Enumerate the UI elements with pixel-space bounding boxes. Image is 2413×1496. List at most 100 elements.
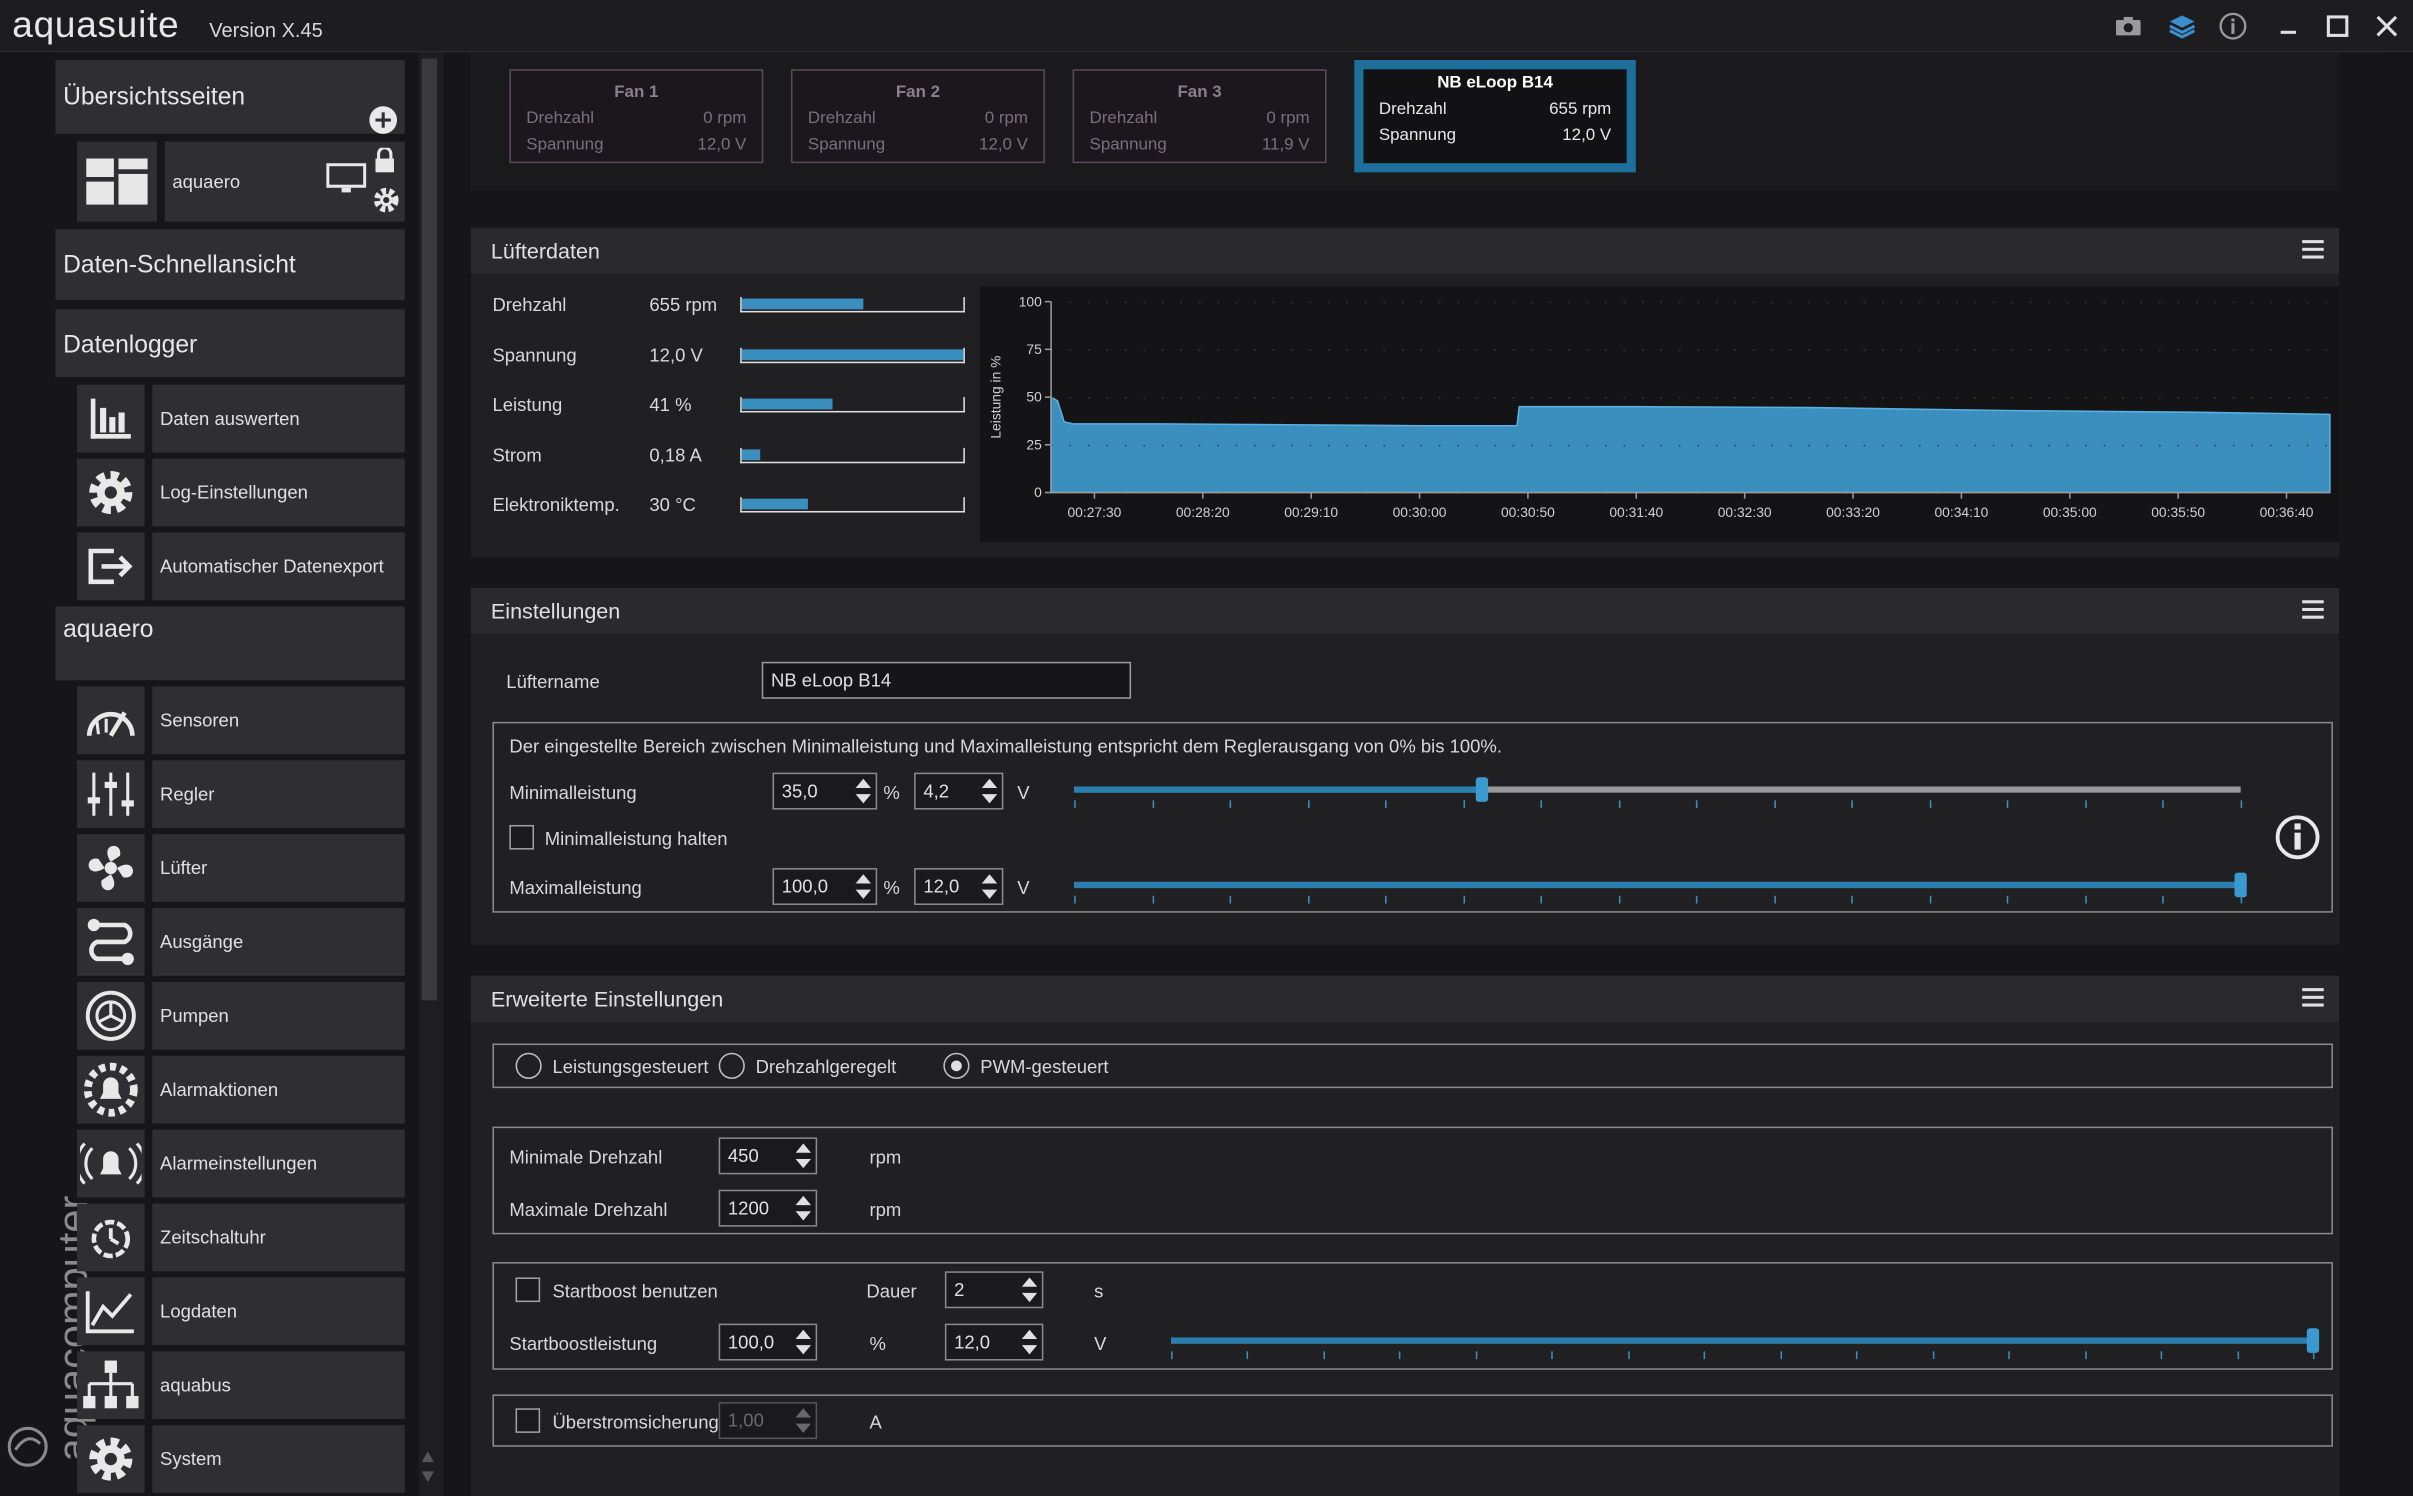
device-header[interactable]: aquaero xyxy=(55,606,405,681)
boost-volt-input[interactable]: 12,0 xyxy=(944,1323,1044,1361)
grid-dot xyxy=(1198,349,1201,351)
grid-dot xyxy=(2232,349,2235,351)
network-icon xyxy=(76,1351,145,1420)
slider-handle[interactable] xyxy=(1476,777,1489,802)
grid-dot xyxy=(1475,301,1478,304)
camera-icon[interactable] xyxy=(2111,11,2145,42)
datalogger-header[interactable]: Datenlogger xyxy=(55,309,405,378)
maximize-icon[interactable] xyxy=(2321,11,2355,42)
grid-dot xyxy=(1992,397,1995,399)
sidebar-item-l-fter[interactable]: Lüfter xyxy=(76,834,405,902)
grid-dot xyxy=(1678,397,1681,399)
spin-arrows-icon[interactable] xyxy=(794,1328,812,1356)
boost-power-slider[interactable] xyxy=(1171,1328,2320,1360)
grid-dot xyxy=(1420,301,1422,304)
spin-arrows-icon[interactable] xyxy=(1020,1328,1038,1356)
max-power-volt-input[interactable]: 12,0 xyxy=(914,868,1004,905)
overcurrent-checkbox[interactable] xyxy=(515,1408,541,1433)
main-scrollbar[interactable] xyxy=(2385,52,2413,1496)
grid-dot xyxy=(1401,397,1404,399)
add-icon[interactable] xyxy=(368,105,399,136)
layers-icon[interactable] xyxy=(2165,11,2199,42)
spin-arrows-icon[interactable] xyxy=(1020,1276,1038,1304)
sidebar-item-daten-auswerten[interactable]: Daten auswerten xyxy=(76,384,405,453)
grid-dot xyxy=(1919,301,1921,304)
title-bar: aquasuite Version X.45 xyxy=(0,0,2413,53)
min-rpm-input[interactable]: 450 xyxy=(718,1137,818,1175)
sidebar-item-regler[interactable]: Regler xyxy=(76,760,405,829)
info-icon[interactable] xyxy=(2274,814,2320,860)
spin-arrows-icon[interactable] xyxy=(980,873,998,901)
grid-dot xyxy=(1365,301,1367,304)
spin-arrows-icon[interactable] xyxy=(794,1407,812,1435)
monitor-icon[interactable] xyxy=(326,163,367,194)
overview-item-aquaero[interactable]: aquaero xyxy=(76,141,405,222)
grid-dot xyxy=(1235,301,1238,304)
lock-icon[interactable] xyxy=(374,147,396,173)
sidebar-item-logdaten[interactable]: Logdaten xyxy=(76,1277,405,1346)
slider-handle[interactable] xyxy=(2306,1328,2320,1353)
scroll-arrows-icon[interactable] xyxy=(420,1447,435,1487)
grid-dot xyxy=(2048,301,2050,304)
fan-card-value: 655 rpm xyxy=(1549,100,1612,119)
fan-card[interactable]: Fan 1 Drehzahl 0 rpm Spannung 12,0 V xyxy=(509,69,764,164)
menu-icon[interactable] xyxy=(2302,988,2324,1007)
spin-arrows-icon[interactable] xyxy=(854,777,872,805)
overcurrent-input[interactable]: 1,00 xyxy=(718,1402,818,1440)
overview-header[interactable]: Übersichtsseiten xyxy=(55,60,405,136)
fan-card[interactable]: NB eLoop B14 Drehzahl 655 rpm Spannung 12,0 … xyxy=(1354,60,1636,173)
min-power-volt-input[interactable]: 4,2 xyxy=(914,772,1004,810)
grid-dot xyxy=(1586,349,1589,351)
grid-dot xyxy=(1605,349,1607,351)
sidebar-item-aquabus[interactable]: aquabus xyxy=(76,1351,405,1420)
sidebar-item-pumpen[interactable]: Pumpen xyxy=(76,981,405,1050)
max-power-slider[interactable] xyxy=(1074,872,2247,904)
duration-input[interactable]: 2 xyxy=(944,1271,1044,1309)
min-power-slider[interactable] xyxy=(1074,777,2243,809)
menu-icon[interactable] xyxy=(2302,600,2324,619)
scrollbar-thumb[interactable] xyxy=(421,58,438,1001)
grid-dot xyxy=(2269,397,2272,399)
gear-icon[interactable] xyxy=(371,185,402,216)
sidebar-item-system[interactable]: System xyxy=(76,1425,405,1493)
mode-radio-rpm[interactable] xyxy=(718,1052,745,1079)
grid-dot xyxy=(1882,397,1884,399)
sidebar-item-log-einstellungen[interactable]: Log-Einstellungen xyxy=(76,458,405,527)
sidebar-item-sensoren[interactable]: Sensoren xyxy=(76,686,405,755)
sidebar-item-zeitschaltuhr[interactable]: Zeitschaltuhr xyxy=(76,1203,405,1272)
grid-dot xyxy=(1365,349,1367,351)
quickview-nav[interactable]: Daten-Schnellansicht xyxy=(55,229,405,301)
minimize-icon[interactable] xyxy=(2271,11,2305,42)
boost-pct-input[interactable]: 100,0 xyxy=(718,1323,818,1361)
startboost-label: Startboost benutzen xyxy=(552,1280,718,1303)
sidebar-item-alarmeinstellungen[interactable]: Alarmeinstellungen xyxy=(76,1129,405,1198)
spin-arrows-icon[interactable] xyxy=(980,777,998,805)
spin-arrows-icon[interactable] xyxy=(794,1142,812,1170)
hold-min-checkbox[interactable] xyxy=(509,824,534,850)
fan-card[interactable]: Fan 2 Drehzahl 0 rpm Spannung 12,0 V xyxy=(790,69,1045,164)
spin-arrows-icon[interactable] xyxy=(794,1194,812,1222)
fan-card[interactable]: Fan 3 Drehzahl 0 rpm Spannung 11,9 V xyxy=(1072,69,1327,164)
fan-name-input[interactable]: NB eLoop B14 xyxy=(761,661,1132,699)
info-icon[interactable] xyxy=(2216,11,2250,42)
max-rpm-input[interactable]: 1200 xyxy=(718,1189,818,1227)
grid-dot xyxy=(1808,349,1810,351)
min-power-pct-input[interactable]: 35,0 xyxy=(772,772,878,810)
grid-dot xyxy=(1826,349,1829,351)
mode-radio-pwm[interactable] xyxy=(943,1052,970,1079)
close-icon[interactable] xyxy=(2370,11,2404,42)
sidebar-item-label: System xyxy=(152,1425,405,1493)
sidebar-item-datenexport[interactable]: Automatischer Datenexport xyxy=(76,532,405,601)
grid-dot xyxy=(1180,349,1182,351)
sidebar-scrollbar[interactable] xyxy=(418,52,444,1496)
grid-dot xyxy=(2196,301,2198,304)
grid-dot xyxy=(2029,301,2032,304)
sidebar-item-alarmaktionen[interactable]: Alarmaktionen xyxy=(76,1055,405,1124)
startboost-checkbox[interactable] xyxy=(515,1277,541,1303)
mode-radio-power[interactable] xyxy=(515,1052,542,1079)
slider-handle[interactable] xyxy=(2234,872,2247,898)
spin-arrows-icon[interactable] xyxy=(854,873,872,901)
sidebar-item-ausg-nge[interactable]: Ausgänge xyxy=(76,908,405,976)
max-power-pct-input[interactable]: 100,0 xyxy=(772,868,878,905)
menu-icon[interactable] xyxy=(2302,240,2324,259)
